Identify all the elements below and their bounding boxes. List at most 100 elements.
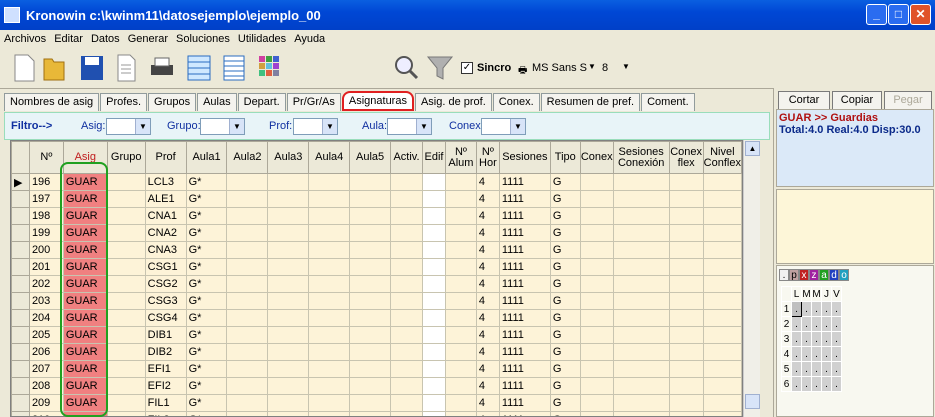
cell-nivel-conflex[interactable] [702,326,742,344]
cell-aula4[interactable] [308,190,351,208]
sync-checkbox[interactable]: ✓ [461,62,473,74]
menu-generar[interactable]: Generar [128,33,168,45]
cell-edif[interactable] [421,411,446,416]
cell-aula1[interactable]: G* [185,343,228,361]
col-header-nivel-conflex[interactable]: Nivel Conflex [702,141,742,174]
cell-sesiones[interactable]: 1111 [498,394,551,412]
col-header-conex[interactable]: Conex [579,141,614,174]
cell-nivel-conflex[interactable] [702,275,742,293]
cell-aula2[interactable] [226,258,269,276]
cell-aula1[interactable]: G* [185,377,228,395]
cell-aula3[interactable] [267,377,310,395]
cell-grupo[interactable] [106,190,146,208]
cell-edif[interactable] [421,360,446,378]
cell-asig[interactable]: GUAR [62,394,108,412]
grid-blue-icon[interactable] [185,53,213,83]
cell-sesiones-conexion[interactable] [612,258,670,276]
schedule-slot[interactable]: . [831,301,842,317]
cell-sesiones-conexion[interactable] [612,343,670,361]
cell-asig[interactable]: GUAR [62,360,108,378]
cell-aula5[interactable] [349,258,392,276]
cell-n-alum[interactable] [444,190,477,208]
cell-edif[interactable] [421,207,446,225]
cell-grupo[interactable] [106,173,146,191]
cell-grupo[interactable] [106,309,146,327]
cell-aula4[interactable] [308,309,351,327]
schedule-slot[interactable]: . [821,316,832,332]
cell-n-hor[interactable]: 4 [475,258,500,276]
cell-prof[interactable]: CSG2 [144,275,187,293]
schedule-slot[interactable]: . [801,331,812,347]
tab-nombres-asig[interactable]: Nombres de asig [4,93,100,111]
cell-n[interactable]: 201 [28,258,64,276]
tab-profes[interactable]: Profes. [100,93,148,111]
cell-aula1[interactable]: G* [185,275,228,293]
cell-n-alum[interactable] [444,173,477,191]
search-icon[interactable] [392,53,420,83]
cell-conex[interactable] [579,241,614,259]
chevron-down-icon[interactable]: ▼ [322,119,337,134]
schedule-slot[interactable]: . [821,376,832,392]
chevron-down-icon[interactable]: ▼ [416,119,431,134]
cell-asig[interactable]: GUAR [62,292,108,310]
cell-aula1[interactable]: G* [185,190,228,208]
filter-conex-select[interactable]: ▼ [481,118,526,135]
cell-conex[interactable] [579,411,614,416]
schedule-slot[interactable]: . [821,361,832,377]
minimize-button[interactable]: _ [866,4,887,25]
cell-tipo[interactable]: G [549,377,581,395]
cell-aula5[interactable] [349,360,392,378]
asignaturas-grid[interactable]: Nº Asig Grupo Prof Aula1 Aula2 Aula3 Aul… [10,140,743,417]
cell-sesiones-conexion[interactable] [612,207,670,225]
col-header-tipo[interactable]: Tipo [549,141,581,174]
schedule-slot[interactable]: . [811,376,822,392]
cell-conex[interactable] [579,326,614,344]
cell-asig[interactable]: GUAR [62,224,108,242]
cell-prof[interactable]: ALE1 [144,190,187,208]
cell-prof[interactable]: CNA3 [144,241,187,259]
print-icon[interactable] [148,53,176,83]
cell-n[interactable]: 208 [28,377,64,395]
cell-sesiones-conexion[interactable] [612,360,670,378]
cell-aula1[interactable]: G* [185,224,228,242]
strip-z[interactable]: z [809,269,819,281]
cell-conex[interactable] [579,207,614,225]
menu-soluciones[interactable]: Soluciones [176,33,230,45]
table-row[interactable]: 202 GUAR CSG2 G* 4 1111 G [11,275,742,293]
cell-tipo[interactable]: G [549,241,581,259]
cell-aula4[interactable] [308,377,351,395]
menu-utilidades[interactable]: Utilidades [238,33,286,45]
cell-n-alum[interactable] [444,360,477,378]
cortar-button[interactable]: Cortar [778,91,830,110]
filter-aula-select[interactable]: ▼ [387,118,432,135]
cell-aula2[interactable] [226,309,269,327]
cell-prof[interactable]: CSG3 [144,292,187,310]
tab-depart[interactable]: Depart. [237,93,286,111]
cell-n-hor[interactable]: 4 [475,326,500,344]
col-header-n-alum[interactable]: Nº Alum [444,141,477,174]
cell-sesiones-conexion[interactable] [612,275,670,293]
cell-activ[interactable] [390,326,423,344]
cell-asig[interactable]: GUAR [62,241,108,259]
cell-conex[interactable] [579,309,614,327]
schedule-slot[interactable]: . [811,346,822,362]
cell-aula3[interactable] [267,343,310,361]
cell-n[interactable]: 197 [28,190,64,208]
cell-grupo[interactable] [106,241,146,259]
table-row[interactable]: 206 GUAR DIB2 G* 4 1111 G [11,343,742,361]
strip-x[interactable]: x [799,269,809,281]
cell-aula1[interactable]: G* [185,360,228,378]
cell-tipo[interactable]: G [549,173,581,191]
cell-sesiones[interactable]: 1111 [498,377,551,395]
cell-grupo[interactable] [106,292,146,310]
font-size-dropdown-icon[interactable]: ▼ [622,62,630,71]
font-select[interactable]: MS Sans S [532,62,596,74]
cell-aula3[interactable] [267,224,310,242]
filter-asig-select[interactable]: ▼ [106,118,151,135]
cell-edif[interactable] [421,343,446,361]
cell-aula1[interactable]: G* [185,411,228,416]
cell-n[interactable]: 203 [28,292,64,310]
scroll-thumb[interactable] [745,394,760,409]
cell-sesiones-conexion[interactable] [612,326,670,344]
cell-aula5[interactable] [349,173,392,191]
